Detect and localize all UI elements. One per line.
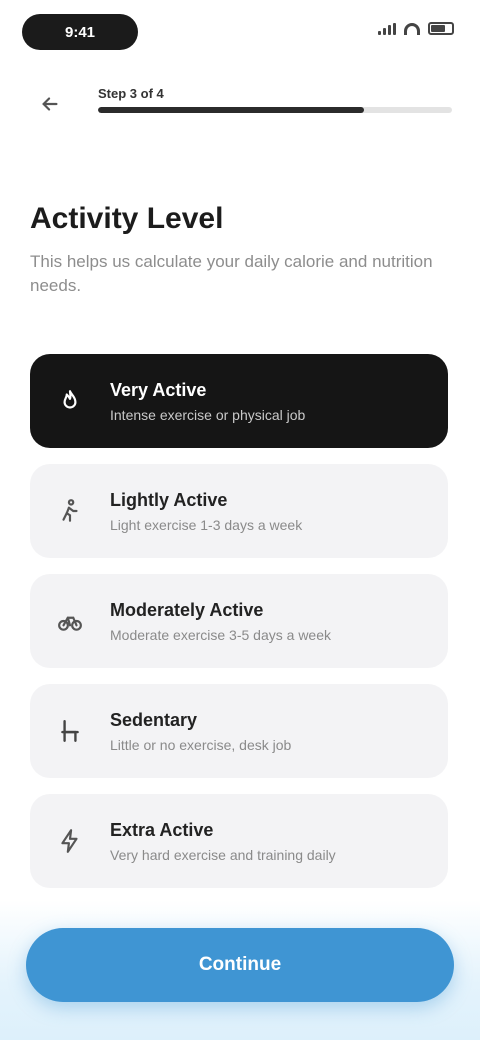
bolt-icon — [52, 823, 88, 859]
option-description: Moderate exercise 3-5 days a week — [110, 626, 331, 643]
option-title: Very Active — [110, 379, 207, 400]
option-very-active[interactable]: Very Active Intense exercise or physical… — [30, 354, 448, 448]
onboarding-screen: 9:41 Step 3 of 4 Activity Level This hel… — [0, 0, 480, 1040]
page-subtitle: This helps us calculate your daily calor… — [30, 252, 433, 295]
option-title: Lightly Active — [110, 489, 228, 510]
progress-fill — [98, 107, 364, 113]
status-bar: 9:41 — [0, 0, 480, 64]
option-description: Light exercise 1-3 days a week — [110, 516, 303, 533]
walk-icon — [52, 493, 88, 529]
option-title: Moderately Active — [110, 599, 264, 620]
option-description: Intense exercise or physical job — [110, 406, 306, 423]
signal-icon — [378, 22, 396, 35]
heading: Activity Level This helps us calculate y… — [30, 202, 450, 298]
option-moderately-active[interactable]: Moderately Active Moderate exercise 3-5 … — [30, 574, 448, 668]
option-sedentary[interactable]: Sedentary Little or no exercise, desk jo… — [30, 684, 448, 778]
option-title: Extra Active — [110, 819, 214, 840]
option-description: Very hard exercise and training daily — [110, 846, 336, 863]
option-lightly-active[interactable]: Lightly Active Light exercise 1-3 days a… — [30, 464, 448, 558]
step-progress: Step 3 of 4 — [98, 86, 452, 113]
continue-button[interactable]: Continue — [26, 928, 454, 1002]
flame-icon — [52, 383, 88, 419]
option-title: Sedentary — [110, 709, 198, 730]
status-time: 9:41 — [22, 14, 138, 50]
arrow-left-icon — [42, 97, 58, 111]
page-title: Activity Level — [30, 202, 224, 235]
battery-icon — [428, 22, 454, 35]
top-bar: Step 3 of 4 — [0, 78, 480, 134]
activity-options: Very Active Intense exercise or physical… — [30, 354, 448, 904]
step-label: Step 3 of 4 — [98, 86, 164, 101]
progress-track — [98, 107, 452, 113]
option-extra-active[interactable]: Extra Active Very hard exercise and trai… — [30, 794, 448, 888]
option-description: Little or no exercise, desk job — [110, 736, 292, 753]
wifi-icon — [404, 22, 420, 35]
back-button[interactable] — [30, 84, 70, 124]
status-icons — [378, 22, 454, 35]
chair-icon — [52, 713, 88, 749]
bike-icon — [52, 603, 88, 639]
